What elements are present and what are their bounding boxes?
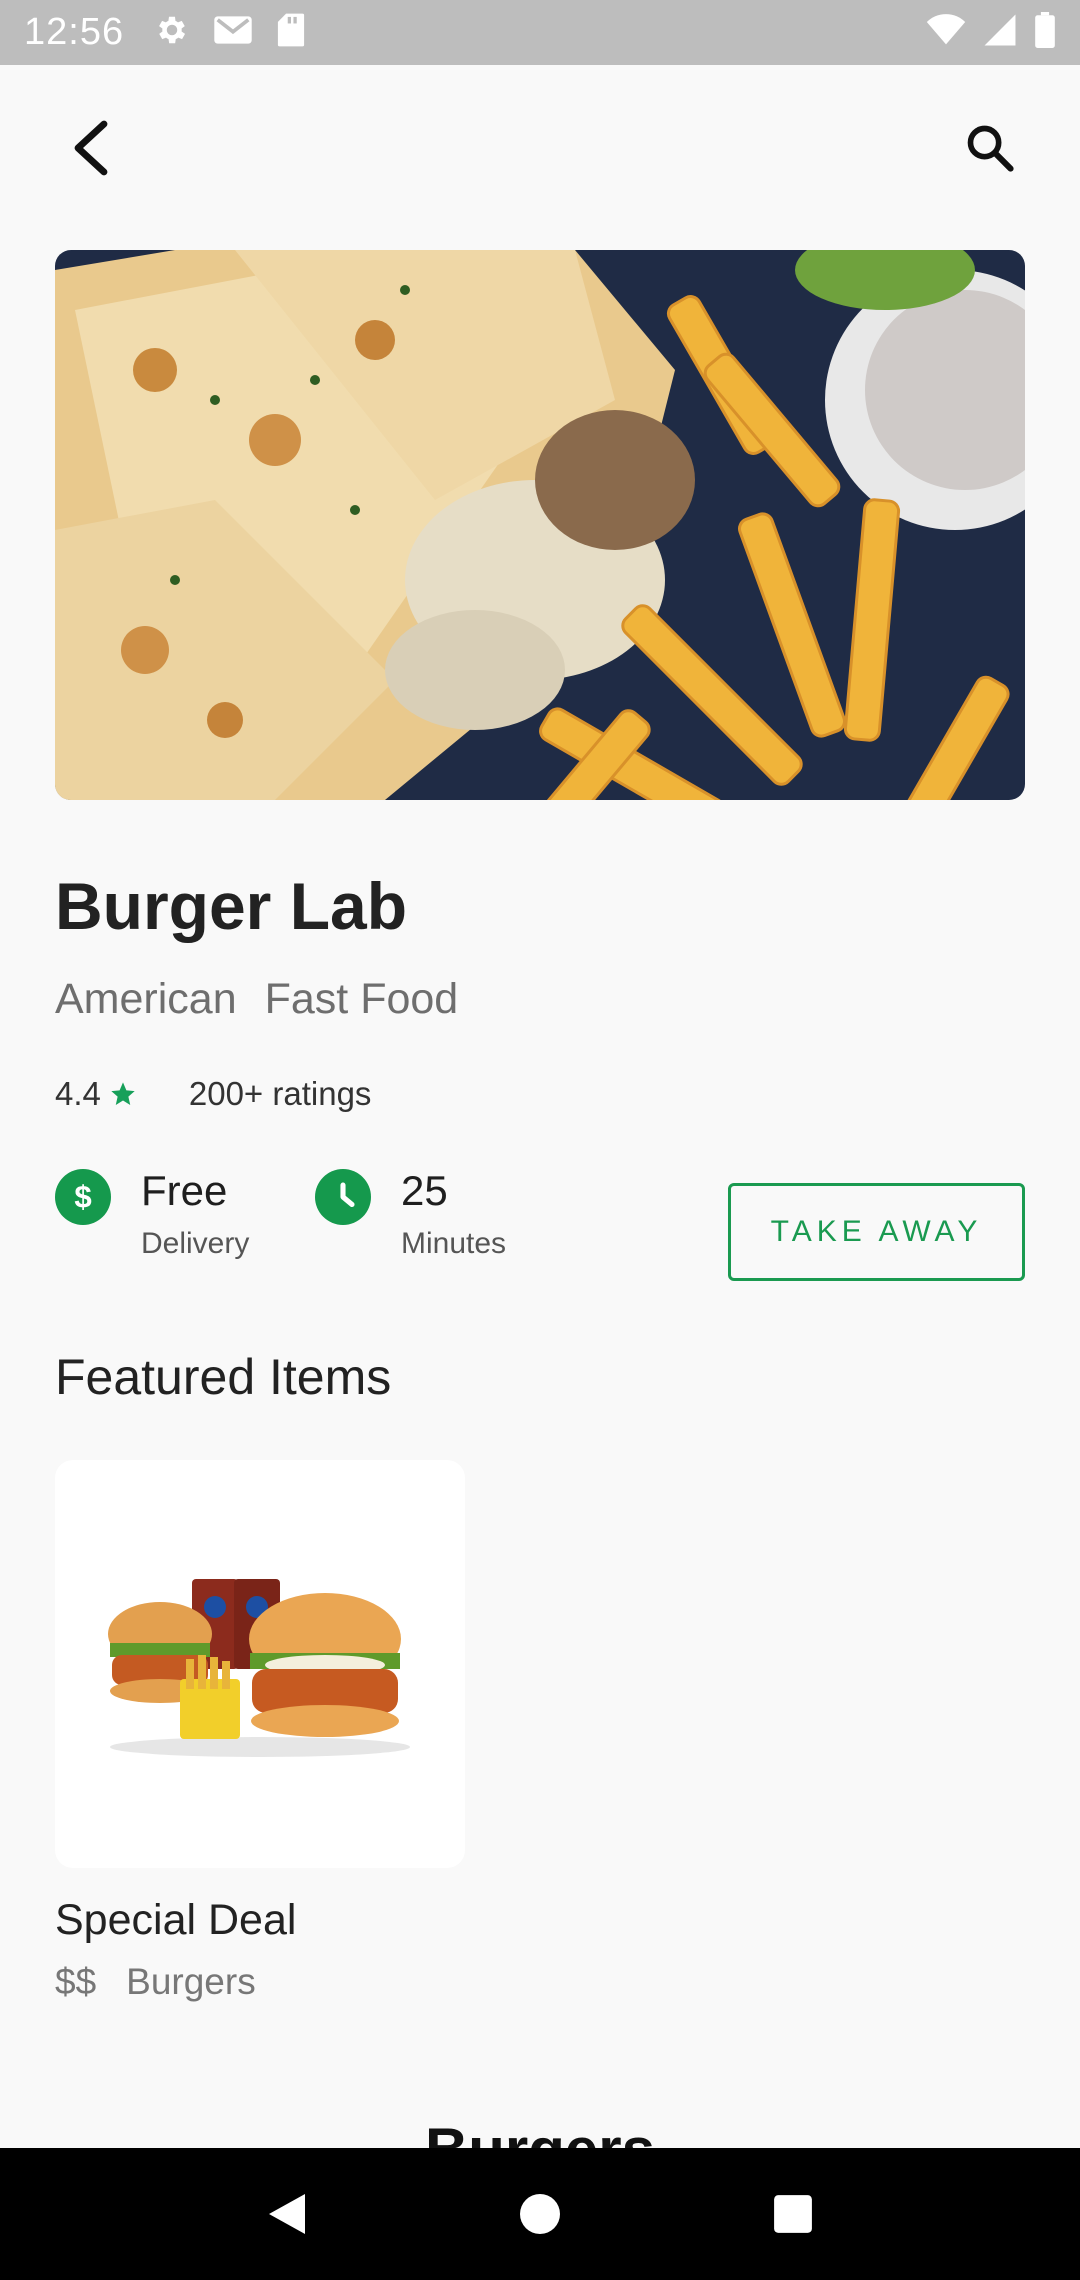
featured-item-card[interactable]: Special Deal $$ Burgers (55, 1460, 465, 2003)
delivery-info: $ Free Delivery (55, 1165, 249, 1261)
featured-item-title: Special Deal (55, 1896, 297, 1944)
delivery-time-info: 25 Minutes (315, 1165, 506, 1261)
rating-row: 4.4 200+ ratings (55, 1075, 371, 1113)
wifi-icon (926, 14, 966, 51)
status-bar: 12:56 (0, 0, 1080, 65)
featured-item-meta: $$ Burgers (55, 1961, 465, 2003)
delivery-label: Delivery (141, 1227, 250, 1260)
cuisine-tag: Fast Food (264, 975, 459, 1023)
delivery-price: Free (141, 1167, 228, 1214)
battery-icon (1034, 12, 1056, 53)
search-icon (967, 125, 1014, 172)
delivery-minutes: 25 (401, 1167, 448, 1214)
system-nav-bar (0, 2148, 1080, 2280)
minutes-label: Minutes (401, 1227, 507, 1260)
top-app-bar (0, 65, 1080, 230)
featured-item-price: $$ (55, 1961, 97, 2002)
restaurant-name: Burger Lab (55, 869, 408, 943)
signal-icon (982, 13, 1018, 52)
back-arrow-icon (74, 120, 108, 176)
star-icon (111, 1082, 135, 1105)
dollar-icon: $ (55, 1169, 111, 1225)
ratings-count: 200+ ratings (188, 1075, 372, 1112)
status-time: 12:56 (24, 11, 125, 53)
featured-section-title: Featured Items (55, 1349, 392, 1405)
cuisine-tag: American (55, 975, 237, 1023)
nav-back-button[interactable] (247, 2174, 327, 2254)
gear-icon (154, 12, 190, 53)
nav-home-button[interactable] (500, 2174, 580, 2254)
nav-home-icon (519, 2194, 560, 2234)
svg-text:$: $ (74, 1180, 91, 1214)
sd-card-icon (276, 12, 306, 53)
featured-item-image (55, 1460, 465, 1868)
clock-icon (315, 1169, 371, 1225)
menu-section-title: Burgers (0, 2110, 1080, 2148)
status-icons-left (154, 12, 306, 53)
status-icons-right (926, 12, 1056, 53)
mail-icon (212, 13, 254, 52)
cuisine-tags: American Fast Food (55, 975, 458, 1024)
menu-section-title-text: Burgers (0, 2110, 1080, 2148)
nav-recents-button[interactable] (753, 2174, 833, 2254)
rating-value: 4.4 (55, 1075, 101, 1112)
back-button[interactable] (55, 113, 125, 183)
featured-item-category: Burgers (126, 1961, 256, 2002)
nav-recents-icon (774, 2195, 813, 2233)
nav-back-icon (268, 2194, 305, 2234)
take-away-button[interactable]: TAKE AWAY (728, 1183, 1025, 1281)
restaurant-hero-image (55, 250, 1025, 800)
search-button[interactable] (955, 113, 1025, 183)
